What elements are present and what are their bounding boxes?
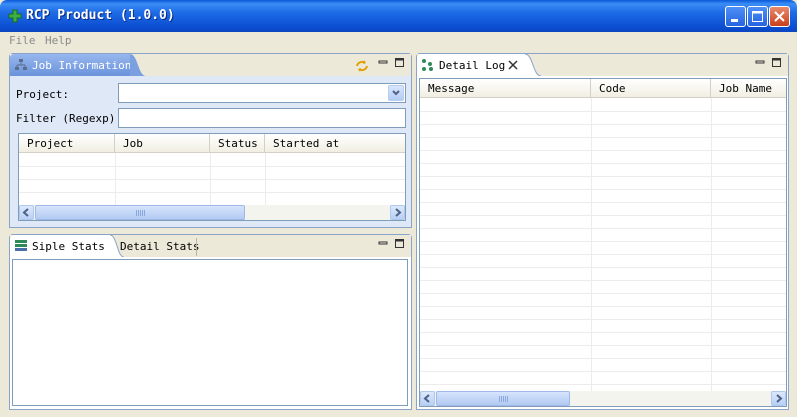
menu-help[interactable]: Help	[45, 34, 72, 47]
scroll-left-button[interactable]	[19, 205, 34, 220]
column-header-status[interactable]: Status	[210, 134, 265, 153]
scroll-thumb[interactable]	[436, 391, 570, 406]
minimize-view-icon[interactable]	[378, 239, 388, 249]
window-title: RCP Product (1.0.0)	[26, 8, 175, 23]
col-line	[265, 153, 266, 205]
minimize-button[interactable]	[725, 6, 746, 27]
sync-icon[interactable]	[354, 58, 370, 74]
column-header-job-name[interactable]: Job Name	[711, 79, 786, 98]
project-dropdown-button[interactable]	[388, 85, 404, 101]
row-line	[420, 163, 786, 164]
log-horizontal-scrollbar[interactable]	[420, 391, 786, 406]
chevron-down-icon	[392, 90, 400, 96]
project-combo[interactable]	[118, 83, 406, 103]
tab-curve	[525, 54, 541, 76]
close-icon	[774, 11, 785, 22]
close-button[interactable]	[769, 6, 790, 27]
close-tab-icon[interactable]	[508, 60, 518, 70]
tab-separator	[196, 238, 197, 256]
row-line	[19, 166, 405, 167]
filter-input[interactable]	[118, 108, 406, 128]
title-bar[interactable]: RCP Product (1.0.0)	[0, 0, 797, 32]
column-header-message[interactable]: Message	[420, 79, 591, 98]
row-line	[420, 111, 786, 112]
maximize-view-icon[interactable]	[395, 239, 405, 249]
row-line	[19, 192, 405, 193]
maximize-button[interactable]	[747, 6, 768, 27]
tree-icon	[422, 59, 433, 71]
row-line	[19, 179, 405, 180]
row-line	[420, 345, 786, 346]
row-line	[420, 150, 786, 151]
project-label: Project:	[16, 88, 69, 101]
tab-job-information[interactable]: Job Information	[10, 54, 132, 76]
tab-detail-log-label: Detail Log	[439, 59, 506, 72]
chevron-right-icon	[776, 394, 783, 403]
stats-panel: Siple Stats Detail Stats	[9, 234, 412, 410]
hierarchy-icon	[15, 59, 27, 70]
row-line	[420, 202, 786, 203]
stats-tab-strip: Siple Stats Detail Stats	[10, 235, 411, 257]
maximize-view-icon[interactable]	[772, 58, 782, 68]
row-line	[420, 189, 786, 190]
col-line	[711, 98, 712, 391]
maximize-icon	[752, 11, 763, 22]
chevron-left-icon	[423, 394, 430, 403]
row-line	[420, 215, 786, 216]
menu-file[interactable]: File	[9, 34, 36, 47]
log-tab-strip: Detail Log	[417, 54, 788, 76]
minimize-icon	[731, 19, 738, 22]
row-line	[420, 267, 786, 268]
scroll-left-button[interactable]	[420, 391, 435, 406]
tab-detail-log[interactable]: Detail Log	[417, 54, 525, 76]
stats-icon	[15, 240, 27, 251]
minimize-view-icon[interactable]	[378, 58, 388, 68]
row-line	[420, 306, 786, 307]
jobs-table[interactable]: Project Job Status Started at	[18, 133, 406, 221]
stats-content-area[interactable]	[12, 259, 408, 406]
row-line	[420, 254, 786, 255]
application-window: RCP Product (1.0.0) File Help Job Inform…	[0, 0, 797, 417]
row-line	[420, 137, 786, 138]
row-line	[420, 228, 786, 229]
scroll-right-button[interactable]	[390, 205, 405, 220]
tab-siple-stats[interactable]: Siple Stats	[10, 235, 110, 257]
row-line	[420, 293, 786, 294]
row-line	[420, 371, 786, 372]
row-line	[420, 332, 786, 333]
tab-job-information-label: Job Information	[32, 59, 132, 72]
row-line	[420, 358, 786, 359]
tab-detail-stats-label: Detail Stats	[120, 240, 200, 253]
column-header-started-at[interactable]: Started at	[265, 134, 405, 153]
row-line	[420, 319, 786, 320]
tab-curve	[130, 54, 146, 76]
jobs-horizontal-scrollbar[interactable]	[19, 205, 405, 220]
filter-label: Filter (Regexp):	[16, 112, 122, 125]
scroll-thumb[interactable]	[35, 205, 245, 220]
row-line	[420, 124, 786, 125]
scroll-right-button[interactable]	[771, 391, 786, 406]
chevron-left-icon	[22, 208, 29, 217]
green-plus-icon	[8, 9, 22, 23]
column-header-project[interactable]: Project	[19, 134, 115, 153]
row-line	[420, 241, 786, 242]
job-tab-strip: Job Information	[10, 54, 411, 76]
tab-siple-stats-label: Siple Stats	[32, 240, 105, 253]
col-line	[115, 153, 116, 205]
log-table[interactable]: Message Code Job Name	[419, 78, 787, 407]
col-line	[210, 153, 211, 205]
col-line	[591, 98, 592, 391]
maximize-view-icon[interactable]	[395, 58, 405, 68]
row-line	[420, 176, 786, 177]
detail-log-panel: Detail Log Message Code Job Name	[416, 53, 789, 410]
tab-detail-stats[interactable]: Detail Stats	[114, 235, 199, 257]
job-information-panel: Job Information Project: Filter (Regexp)…	[9, 53, 412, 228]
menu-bar: File Help	[0, 32, 797, 50]
row-line	[420, 384, 786, 385]
minimize-view-icon[interactable]	[755, 58, 765, 68]
row-line	[420, 280, 786, 281]
chevron-right-icon	[395, 208, 402, 217]
column-header-job[interactable]: Job	[115, 134, 210, 153]
column-header-code[interactable]: Code	[591, 79, 711, 98]
